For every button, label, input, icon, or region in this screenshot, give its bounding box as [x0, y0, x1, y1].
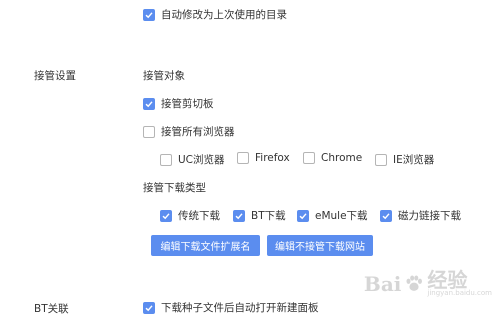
auto-modify-dir-checkbox[interactable] [143, 8, 155, 21]
traditional-download-label: 传统下载 [178, 210, 220, 222]
bt-download-label: BT下载 [251, 210, 286, 222]
browser-option-uc[interactable]: UC浏览器 [160, 152, 225, 167]
traditional-download-checkbox[interactable] [160, 209, 172, 222]
uc-browser-label: UC浏览器 [178, 154, 225, 166]
magnet-download-label: 磁力链接下载 [398, 210, 461, 222]
magnet-download-checkbox[interactable] [380, 209, 392, 222]
check-icon [145, 100, 153, 107]
chrome-label: Chrome [321, 152, 363, 164]
watermark-brand2: 经验 [427, 268, 468, 292]
browser-option-chrome[interactable]: Chrome [303, 152, 362, 164]
watermark-url: jingyan.baidu.com [427, 289, 492, 297]
all-browsers-option[interactable]: 接管所有浏览器 [143, 124, 235, 139]
edit-excluded-sites-button[interactable]: 编辑不接管下载网站 [267, 235, 373, 256]
check-icon [145, 304, 153, 311]
clipboard-label: 接管剪切板 [161, 98, 214, 110]
clipboard-option[interactable]: 接管剪切板 [143, 96, 214, 111]
check-icon [382, 212, 390, 219]
bt-download-checkbox[interactable] [233, 209, 245, 222]
download-type-traditional[interactable]: 传统下载 [160, 208, 220, 223]
download-type-magnet[interactable]: 磁力链接下载 [380, 208, 461, 223]
bt-auto-open-option[interactable]: 下载种子文件后自动打开新建面板 [143, 300, 319, 315]
clipboard-checkbox[interactable] [143, 97, 155, 110]
paw-icon [406, 274, 423, 291]
download-type-emule[interactable]: eMule下载 [297, 208, 368, 223]
firefox-checkbox[interactable] [237, 152, 249, 164]
all-browsers-label: 接管所有浏览器 [161, 126, 235, 138]
takeover-target-heading: 接管对象 [143, 70, 185, 82]
watermark-brand: Bai [363, 271, 402, 296]
bt-auto-open-label: 下载种子文件后自动打开新建面板 [161, 302, 319, 314]
emule-download-label: eMule下载 [315, 210, 368, 222]
check-icon [235, 212, 243, 219]
auto-modify-dir-option[interactable]: 自动修改为上次使用的目录 [143, 7, 287, 22]
auto-modify-dir-label: 自动修改为上次使用的目录 [161, 9, 287, 21]
check-icon [162, 212, 170, 219]
all-browsers-checkbox[interactable] [143, 125, 155, 138]
takeover-section-label: 接管设置 [34, 70, 76, 82]
chrome-checkbox[interactable] [303, 152, 315, 164]
emule-download-checkbox[interactable] [297, 209, 309, 222]
browser-option-ie[interactable]: IE浏览器 [375, 152, 434, 167]
baidu-jingyan-watermark: Bai 经验 jingyan.baidu.com [364, 270, 492, 297]
browser-option-firefox[interactable]: Firefox [237, 152, 290, 164]
uc-browser-checkbox[interactable] [160, 153, 172, 166]
download-type-bt[interactable]: BT下载 [233, 208, 286, 223]
ie-browser-label: IE浏览器 [393, 154, 435, 166]
edit-file-extensions-button[interactable]: 编辑下载文件扩展名 [151, 235, 260, 256]
firefox-label: Firefox [255, 152, 290, 164]
check-icon [145, 11, 153, 18]
check-icon [299, 212, 307, 219]
bt-auto-open-checkbox[interactable] [143, 301, 155, 314]
ie-browser-checkbox[interactable] [375, 153, 387, 166]
download-types-heading: 接管下载类型 [143, 182, 206, 194]
